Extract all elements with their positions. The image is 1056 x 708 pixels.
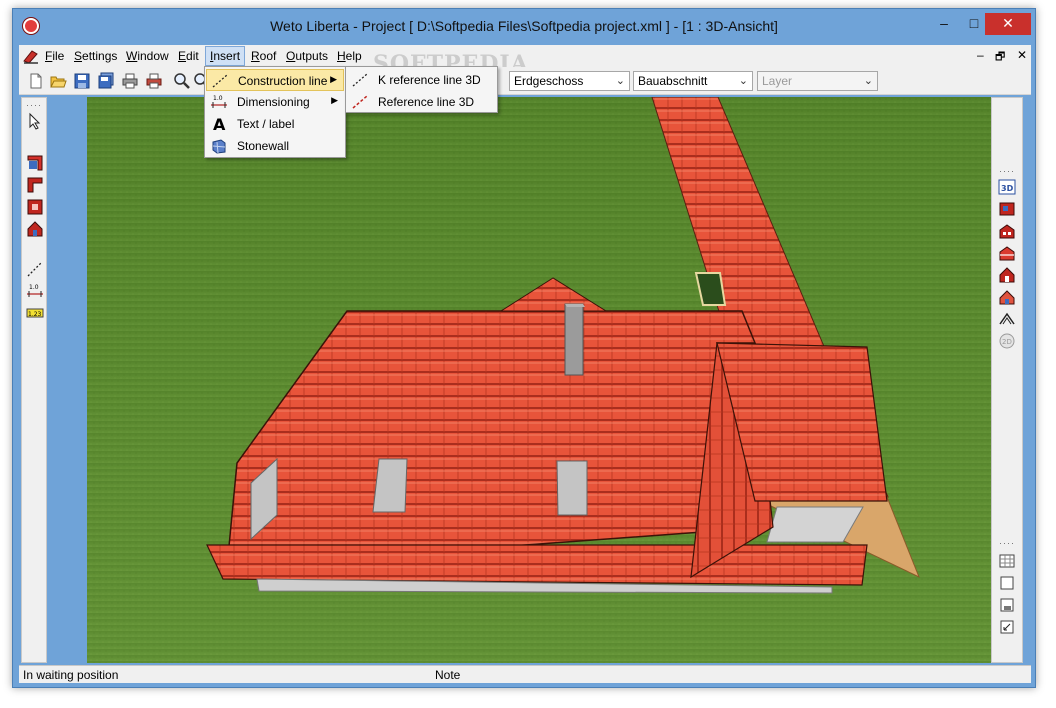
floor-plan-icon[interactable] xyxy=(998,200,1016,218)
section-view-icon[interactable] xyxy=(998,244,1016,262)
menu-outputs[interactable]: Outputs xyxy=(286,49,328,63)
svg-text:A: A xyxy=(213,116,226,132)
status-bar: In waiting position Note xyxy=(19,665,1031,683)
menu-item-text-label[interactable]: A Text / label xyxy=(206,113,344,135)
wireframe-roof-icon[interactable] xyxy=(998,310,1016,328)
wall-tool-icon[interactable] xyxy=(26,154,44,172)
print-icon[interactable] xyxy=(121,72,139,90)
main-toolbar: Erdgeschoss ⌄ Bauabschnitt ⌄ Layer ⌄ xyxy=(19,67,1031,95)
pointer-select-icon[interactable] xyxy=(26,112,44,130)
menu-item-stonewall[interactable]: Stonewall xyxy=(206,135,344,157)
toolbar-grip[interactable]: ···· xyxy=(999,166,1015,176)
roof-3d-scene[interactable] xyxy=(87,97,991,663)
toolbar-grip[interactable]: ···· xyxy=(999,538,1015,548)
title-bar[interactable]: Weto Liberta - Project [ D:\Softpedia Fi… xyxy=(13,9,1035,43)
dormer-center xyxy=(372,458,408,513)
minimize-button[interactable]: – xyxy=(929,13,959,35)
mdi-restore-button[interactable]: 🗗 xyxy=(995,48,1005,67)
menu-item-k-reference-line-3d[interactable]: K reference line 3D xyxy=(347,69,497,91)
shade-icon[interactable] xyxy=(998,596,1016,614)
3d-viewport[interactable] xyxy=(87,97,991,663)
menu-settings[interactable]: Settings xyxy=(74,49,117,63)
house-view-icon[interactable] xyxy=(998,266,1016,284)
menu-help[interactable]: Help xyxy=(337,49,362,63)
3d-view-icon[interactable]: 3D xyxy=(998,178,1016,196)
mdi-close-button[interactable]: ✕ xyxy=(1017,48,1027,62)
chevron-down-icon: ⌄ xyxy=(615,75,625,87)
resize-icon[interactable] xyxy=(998,618,1016,636)
menu-insert[interactable]: Insert xyxy=(205,46,246,66)
chevron-down-icon: ⌄ xyxy=(863,75,873,87)
layer-select: Layer ⌄ xyxy=(757,71,878,91)
dormer-right xyxy=(556,460,588,516)
menu-item-dimensioning[interactable]: 1.0 Dimensioning ▶ xyxy=(206,91,344,113)
roof-eave-front xyxy=(206,544,868,586)
app-logo-icon xyxy=(23,50,38,64)
svg-text:3D: 3D xyxy=(1001,184,1014,193)
submenu-arrow-icon: ▶ xyxy=(331,95,338,105)
save-all-icon[interactable] xyxy=(97,72,115,90)
submenu-arrow-icon: ▶ xyxy=(330,74,337,84)
save-icon[interactable] xyxy=(73,72,91,90)
toolbar-grip[interactable]: ···· xyxy=(26,100,42,110)
app-window: Weto Liberta - Project [ D:\Softpedia Fi… xyxy=(12,8,1036,688)
new-file-icon[interactable] xyxy=(27,72,45,90)
grid-icon[interactable] xyxy=(998,552,1016,570)
insert-menu-dropdown: Construction line ▶ 1.0 Dimensioning ▶ A… xyxy=(204,66,346,158)
stonewall-icon xyxy=(212,139,226,154)
svg-text:1.23: 1.23 xyxy=(28,311,42,318)
zoom-icon[interactable] xyxy=(173,72,191,90)
construction-line-submenu: K reference line 3D Reference line 3D xyxy=(345,66,498,113)
corner-wall-icon[interactable] xyxy=(26,176,44,194)
status-text: In waiting position xyxy=(23,668,119,682)
house-tool-icon[interactable] xyxy=(26,220,44,238)
floor-select[interactable]: Erdgeschoss ⌄ xyxy=(509,71,630,91)
roof-view-icon[interactable] xyxy=(998,288,1016,306)
room-tool-icon[interactable] xyxy=(26,198,44,216)
menu-file[interactable]: File xyxy=(45,49,64,63)
measure-tool-icon[interactable]: 1.23 xyxy=(26,304,44,322)
svg-text:1.0: 1.0 xyxy=(213,95,223,102)
chimney xyxy=(564,303,584,376)
menu-edit[interactable]: Edit xyxy=(178,49,199,63)
menu-file-label: ile xyxy=(52,49,65,63)
print-preview-icon[interactable] xyxy=(145,72,163,90)
svg-text:2D: 2D xyxy=(1002,338,1012,346)
dimensioning-icon: 1.0 xyxy=(211,95,227,108)
menu-window[interactable]: Window xyxy=(126,49,169,63)
mdi-minimize-button[interactable]: – xyxy=(977,48,984,62)
2d-view-icon[interactable]: 2D xyxy=(998,332,1016,350)
left-tool-strip: ···· 1.0 1.23 xyxy=(21,97,47,663)
window-title: Weto Liberta - Project [ D:\Softpedia Fi… xyxy=(270,18,778,34)
chevron-down-icon: ⌄ xyxy=(738,75,748,87)
elevation-icon[interactable] xyxy=(998,222,1016,240)
status-note: Note xyxy=(435,668,461,682)
construction-phase-select[interactable]: Bauabschnitt ⌄ xyxy=(633,71,753,91)
open-folder-icon[interactable] xyxy=(49,72,67,90)
close-button[interactable]: ✕ xyxy=(985,13,1031,35)
construction-line-tool-icon[interactable] xyxy=(26,260,44,278)
menu-item-reference-line-3d[interactable]: Reference line 3D xyxy=(347,91,497,113)
text-label-icon: A xyxy=(213,116,226,132)
frame-icon[interactable] xyxy=(998,574,1016,592)
reference-line-icon xyxy=(352,95,368,109)
k-reference-line-icon xyxy=(352,73,368,87)
svg-text:1.0: 1.0 xyxy=(29,284,39,291)
menu-item-construction-line[interactable]: Construction line ▶ xyxy=(206,69,344,91)
right-tool-strip: ···· 3D 2D ···· xyxy=(991,97,1023,663)
menu-roof[interactable]: Roof xyxy=(251,49,276,63)
dimension-tool-icon[interactable]: 1.0 xyxy=(26,282,44,300)
construction-line-icon xyxy=(212,74,228,88)
